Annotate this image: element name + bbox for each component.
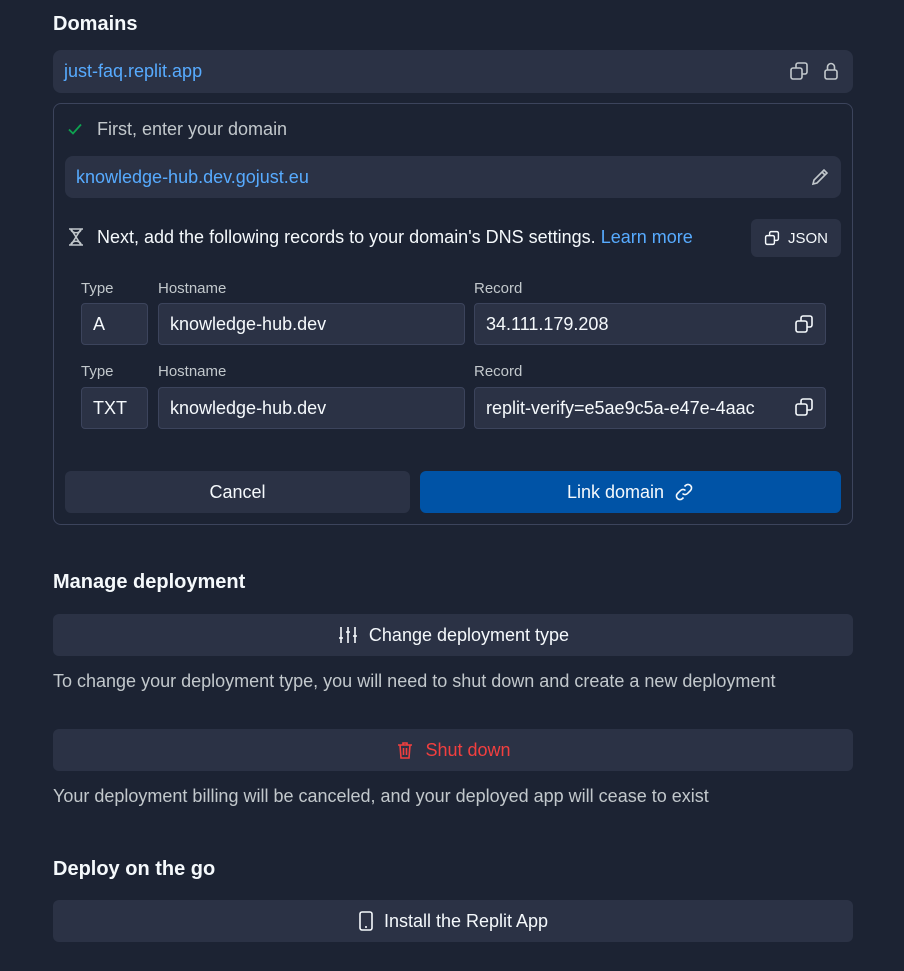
pencil-icon[interactable]: [809, 166, 831, 188]
record-hostname-cell: knowledge-hub.dev: [158, 387, 465, 429]
current-domain-field: just-faq.replit.app: [53, 50, 853, 93]
sliders-icon: [337, 624, 359, 646]
record-value-cell: 34.111.179.208: [474, 303, 826, 345]
record-label: Record: [474, 363, 523, 380]
phone-icon: [358, 910, 374, 932]
hostname-label: Hostname: [158, 280, 227, 297]
trash-icon: [395, 740, 415, 760]
custom-domain-value: knowledge-hub.dev.gojust.eu: [76, 167, 309, 187]
change-type-note: To change your deployment type, you will…: [53, 671, 776, 691]
shut-down-button[interactable]: Shut down: [53, 729, 853, 771]
type-label: Type: [81, 363, 114, 380]
shutdown-note: Your deployment billing will be canceled…: [53, 786, 709, 806]
step2-label: Next, add the following records to your …: [97, 227, 596, 247]
type-label: Type: [81, 280, 114, 297]
hourglass-icon: [66, 227, 86, 247]
check-icon: [66, 120, 84, 138]
json-button[interactable]: JSON: [751, 219, 841, 257]
record-type-cell: TXT: [81, 387, 148, 429]
json-button-label: JSON: [787, 229, 828, 247]
domains-title: Domains: [53, 13, 138, 35]
learn-more-link[interactable]: Learn more: [601, 227, 693, 247]
record-value-cell: replit-verify=e5ae9c5a-e47e-4aac: [474, 387, 826, 429]
record-hostname-cell: knowledge-hub.dev: [158, 303, 465, 345]
link-domain-button[interactable]: Link domain: [420, 471, 841, 513]
lock-icon: [822, 61, 840, 81]
copy-icon[interactable]: [789, 61, 809, 81]
shut-down-label: Shut down: [425, 739, 511, 760]
custom-domain-field[interactable]: knowledge-hub.dev.gojust.eu: [65, 156, 841, 198]
record-value: replit-verify=e5ae9c5a-e47e-4aac: [486, 397, 755, 418]
install-app-label: Install the Replit App: [383, 910, 549, 931]
link-icon: [674, 482, 694, 502]
step1-label: First, enter your domain: [97, 119, 288, 139]
change-deployment-type-button[interactable]: Change deployment type: [53, 614, 853, 656]
cancel-button[interactable]: Cancel: [65, 471, 410, 513]
copy-icon[interactable]: [794, 314, 814, 334]
cancel-button-label: Cancel: [209, 481, 266, 502]
hostname-label: Hostname: [158, 363, 227, 380]
copy-icon: [764, 230, 780, 246]
record-label: Record: [474, 280, 523, 297]
current-domain-link[interactable]: just-faq.replit.app: [64, 61, 202, 82]
deploy-on-the-go-title: Deploy on the go: [53, 858, 216, 880]
record-type-cell: A: [81, 303, 148, 345]
manage-deployment-title: Manage deployment: [53, 571, 246, 593]
link-domain-label: Link domain: [566, 481, 665, 502]
install-app-button[interactable]: Install the Replit App: [53, 900, 853, 942]
record-value: 34.111.179.208: [486, 313, 609, 334]
change-deployment-type-label: Change deployment type: [368, 624, 570, 645]
step2-text: Next, add the following records to your …: [97, 227, 693, 248]
copy-icon[interactable]: [794, 397, 814, 417]
